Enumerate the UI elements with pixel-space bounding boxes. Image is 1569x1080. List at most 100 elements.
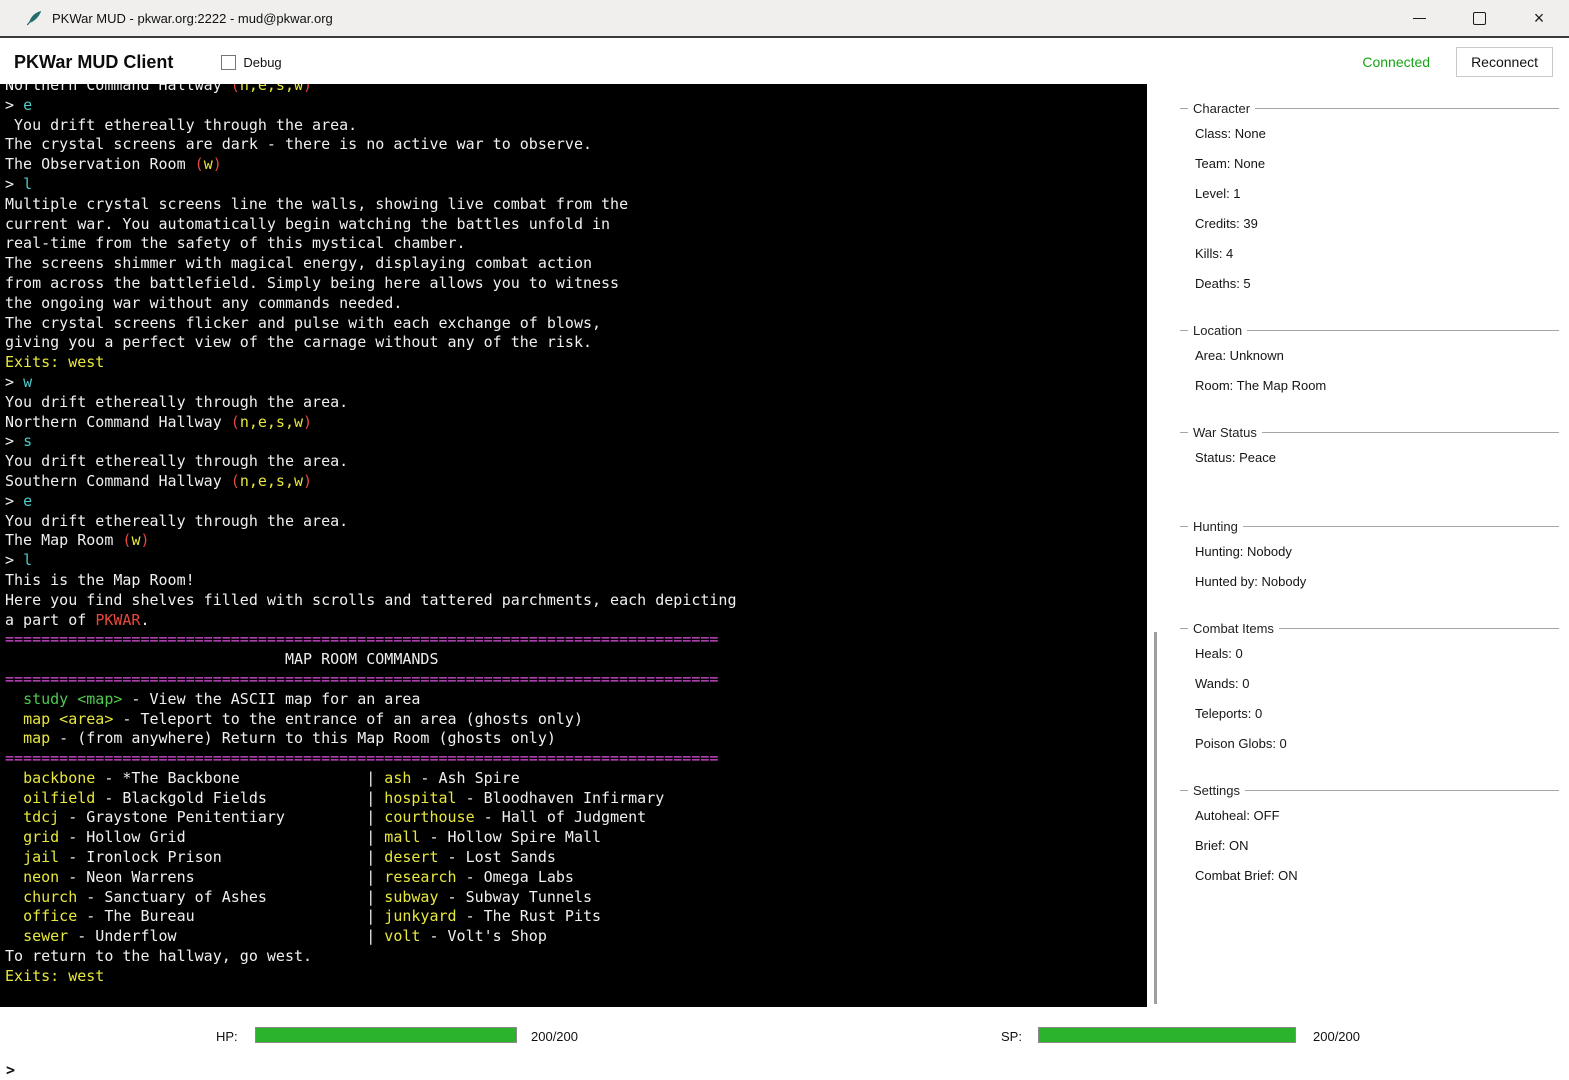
section-header: Settings — [1180, 780, 1559, 800]
terminal-text — [5, 828, 23, 846]
terminal-line: ========================================… — [5, 749, 1147, 769]
terminal-text: - Graystone Penitentiary | — [59, 808, 384, 826]
terminal-text: The Map Room — [5, 531, 122, 549]
terminal-line: ========================================… — [5, 630, 1147, 650]
terminal-text — [5, 690, 23, 708]
section-title: War Status — [1188, 425, 1262, 440]
hp-progress-bar — [255, 1027, 517, 1043]
terminal-text: Exits: west — [5, 967, 104, 985]
terminal-text — [5, 729, 23, 747]
terminal-text: Northern Command Hallway — [5, 413, 231, 431]
maximize-button[interactable] — [1449, 0, 1509, 36]
section-border-line — [1180, 628, 1188, 629]
terminal-text: You drift ethereally through the area. — [5, 393, 348, 411]
terminal-text: office — [23, 907, 77, 925]
terminal-line: Multiple crystal screens line the walls,… — [5, 195, 1147, 215]
stat-item: Status: Peace — [1180, 442, 1559, 472]
terminal-text: You drift ethereally through the area. — [5, 116, 357, 134]
stat-item: Level: 1 — [1180, 178, 1559, 208]
terminal-text: - Underflow | — [68, 927, 384, 945]
terminal-text: - Sanctuary of Ashes | — [77, 888, 384, 906]
sp-progress-bar — [1038, 1027, 1296, 1043]
terminal-line: jail - Ironlock Prison | desert - Lost S… — [5, 848, 1147, 868]
debug-label: Debug — [243, 55, 281, 70]
terminal-text — [5, 848, 23, 866]
reconnect-button[interactable]: Reconnect — [1456, 47, 1553, 77]
terminal-text: - Omega Labs — [457, 868, 574, 886]
stat-item: Teleports: 0 — [1180, 698, 1559, 728]
terminal-text: a part of — [5, 611, 95, 629]
minimize-button[interactable] — [1389, 0, 1449, 36]
section-border-line — [1180, 108, 1188, 109]
terminal-output[interactable]: Northern Command Hallway (n,e,s,w)> e Yo… — [0, 84, 1147, 1007]
sidebar-section-combat-items: Combat ItemsHeals: 0Wands: 0Teleports: 0… — [1180, 618, 1559, 758]
title-bar: PKWar MUD - pkwar.org:2222 - mud@pkwar.o… — [0, 0, 1569, 38]
section-border-line — [1180, 432, 1188, 433]
terminal-text: real-time from the safety of this mystic… — [5, 234, 466, 252]
section-border-line — [1262, 432, 1559, 433]
terminal-text: Southern Command Hallway — [5, 472, 231, 490]
minimize-icon — [1413, 18, 1426, 19]
terminal-text: n,e,s,w — [240, 472, 303, 490]
terminal-text: Multiple crystal screens line the walls,… — [5, 195, 628, 213]
terminal-text: > — [5, 551, 23, 569]
terminal-text: . — [140, 611, 149, 629]
terminal-line: grid - Hollow Grid | mall - Hollow Spire… — [5, 828, 1147, 848]
terminal-text: neon — [23, 868, 59, 886]
terminal-line: backbone - *The Backbone | ash - Ash Spi… — [5, 769, 1147, 789]
terminal-text: ( — [231, 413, 240, 431]
terminal-line: To return to the hallway, go west. — [5, 947, 1147, 967]
command-input[interactable] — [21, 1060, 1569, 1080]
terminal-text: ( — [231, 472, 240, 490]
terminal-line: > w — [5, 373, 1147, 393]
stat-item: Wands: 0 — [1180, 668, 1559, 698]
app-title: PKWar MUD Client — [14, 52, 173, 73]
terminal-text: - Ironlock Prison | — [59, 848, 384, 866]
terminal-text: tdcj — [23, 808, 59, 826]
terminal-line: > l — [5, 175, 1147, 195]
terminal-text: the ongoing war without any commands nee… — [5, 294, 402, 312]
terminal-scrollbar[interactable] — [1149, 84, 1161, 1007]
command-input-row: > — [0, 1060, 1569, 1080]
terminal-text: - The Rust Pits — [457, 907, 602, 925]
terminal-text — [5, 888, 23, 906]
terminal-text: oilfield — [23, 789, 95, 807]
terminal-line: Northern Command Hallway (n,e,s,w) — [5, 84, 1147, 96]
terminal-text: Here you find shelves filled with scroll… — [5, 591, 737, 609]
terminal-text: desert — [384, 848, 438, 866]
debug-checkbox[interactable] — [221, 55, 236, 70]
sp-value: 200/200 — [1313, 1029, 1360, 1044]
terminal-text: sewer — [23, 927, 68, 945]
terminal-text: l — [23, 175, 32, 193]
terminal-text: - Bloodhaven Infirmary — [457, 789, 665, 807]
terminal-text: w — [23, 373, 32, 391]
stat-item: Heals: 0 — [1180, 638, 1559, 668]
terminal-text: This is the Map Room! — [5, 571, 195, 589]
sidebar-section-settings: SettingsAutoheal: OFFBrief: ONCombat Bri… — [1180, 780, 1559, 890]
terminal-text: - *The Backbone | — [95, 769, 384, 787]
section-header: War Status — [1180, 422, 1559, 442]
terminal-line: Northern Command Hallway (n,e,s,w) — [5, 413, 1147, 433]
terminal-text: Exits: west — [5, 353, 104, 371]
terminal-line: You drift ethereally through the area. — [5, 512, 1147, 532]
section-border-line — [1180, 790, 1188, 791]
terminal-text: w — [204, 155, 213, 173]
terminal-line: Here you find shelves filled with scroll… — [5, 591, 1147, 611]
terminal-text: n,e,s,w — [240, 413, 303, 431]
terminal-line: This is the Map Room! — [5, 571, 1147, 591]
terminal-line: You drift ethereally through the area. — [5, 116, 1147, 136]
terminal-text: map <area> — [23, 710, 113, 728]
window-controls: × — [1389, 0, 1569, 36]
terminal-text: ) — [303, 472, 312, 490]
terminal-text: ) — [303, 84, 312, 94]
terminal-line: giving you a perfect view of the carnage… — [5, 333, 1147, 353]
scrollbar-thumb[interactable] — [1154, 632, 1157, 1004]
terminal-text: > — [5, 492, 23, 510]
section-border-line — [1180, 526, 1188, 527]
terminal-text: You drift ethereally through the area. — [5, 512, 348, 530]
terminal-text: grid — [23, 828, 59, 846]
terminal-text: ( — [231, 84, 240, 94]
close-button[interactable]: × — [1509, 0, 1569, 36]
terminal-text: church — [23, 888, 77, 906]
terminal-text: subway — [384, 888, 438, 906]
